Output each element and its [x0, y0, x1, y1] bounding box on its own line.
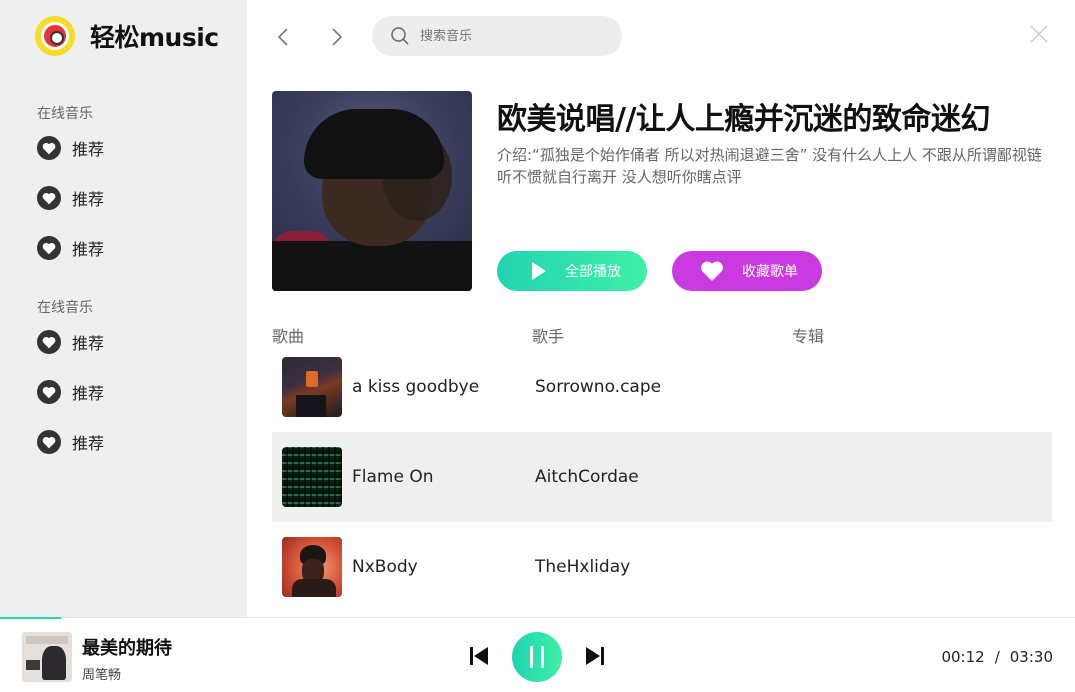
sidebar-item-recommend[interactable]: 推荐	[37, 185, 104, 211]
sidebar-section-title: 在线音乐	[37, 106, 93, 122]
song-row[interactable]: NxBody TheHxliday	[272, 522, 1052, 612]
app-name: 轻松music	[90, 23, 219, 52]
favorite-playlist-button[interactable]: 收藏歌单	[672, 251, 822, 291]
song-title: a kiss goodbye	[352, 377, 480, 397]
heart-icon	[37, 430, 61, 454]
playlist-title: 欧美说唱//让人上瘾并沉迷的致命迷幻	[497, 102, 990, 137]
now-playing-cover	[22, 632, 72, 682]
now-playing-title[interactable]: 最美的期待	[82, 634, 172, 660]
heart-icon	[37, 236, 61, 260]
song-artist[interactable]: TheHxliday	[535, 557, 630, 577]
heart-icon	[701, 261, 723, 281]
song-cover	[282, 357, 342, 417]
song-title: NxBody	[352, 557, 418, 577]
play-icon	[532, 262, 546, 280]
sidebar-item-label: 推荐	[72, 384, 105, 403]
pause-button[interactable]	[512, 632, 562, 682]
play-all-button[interactable]: 全部播放	[497, 251, 647, 291]
close-icon	[1030, 25, 1048, 43]
back-button[interactable]	[272, 26, 294, 48]
sidebar-item-recommend[interactable]: 推荐	[37, 429, 104, 455]
search-icon	[391, 27, 409, 45]
song-cover	[282, 537, 342, 597]
app-logo[interactable]: 轻松music	[35, 16, 219, 56]
chevron-left-icon	[277, 28, 288, 46]
previous-button[interactable]	[468, 645, 490, 672]
sidebar-item-label: 推荐	[72, 240, 105, 259]
play-all-label: 全部播放	[565, 264, 621, 280]
chevron-right-icon	[332, 28, 343, 46]
playback-time: 00:12 / 03:30	[941, 648, 1053, 666]
heart-icon	[37, 380, 61, 404]
sidebar-item-label: 推荐	[72, 434, 105, 453]
close-button[interactable]	[1028, 23, 1050, 45]
pause-icon	[530, 646, 533, 668]
sidebar-item-recommend[interactable]: 推荐	[37, 235, 104, 261]
time-separator: /	[994, 648, 1000, 666]
sidebar-item-recommend[interactable]: 推荐	[37, 379, 104, 405]
sidebar-section-title: 在线音乐	[37, 300, 93, 316]
playlist-cover	[272, 91, 472, 291]
song-cover	[282, 447, 342, 507]
current-time: 00:12	[941, 648, 985, 666]
search-bar[interactable]	[372, 16, 622, 56]
sidebar-item-label: 推荐	[72, 140, 105, 159]
heart-icon	[37, 330, 61, 354]
sidebar-item-recommend[interactable]: 推荐	[37, 329, 104, 355]
sidebar-item-label: 推荐	[72, 190, 105, 209]
song-title: Flame On	[352, 467, 434, 487]
now-playing-artist[interactable]: 周笔畅	[82, 664, 121, 683]
song-row[interactable]: Flame On AitchCordae	[272, 432, 1052, 522]
heart-icon	[37, 136, 61, 160]
progress-bar[interactable]	[0, 617, 62, 619]
song-row[interactable]: a kiss goodbye Sorrowno.cape	[272, 342, 1052, 432]
song-artist[interactable]: AitchCordae	[535, 467, 639, 487]
favorite-label: 收藏歌单	[742, 264, 798, 280]
player-bar: 最美的期待 周笔畅 00:12 / 03:30	[0, 617, 1075, 692]
playlist-description: 介绍:“孤独是个始作俑者 所以对热闹退避三舍” 没有什么人上人 不跟从所谓鄙视链…	[497, 146, 1042, 186]
duration: 03:30	[1009, 648, 1053, 666]
skip-next-icon	[586, 647, 604, 665]
heart-icon	[37, 186, 61, 210]
song-artist[interactable]: Sorrowno.cape	[535, 377, 661, 397]
sidebar-item-recommend[interactable]: 推荐	[37, 135, 104, 161]
search-input[interactable]	[420, 28, 600, 44]
skip-previous-icon	[470, 647, 488, 665]
sidebar-item-label: 推荐	[72, 334, 105, 353]
forward-button[interactable]	[326, 26, 348, 48]
sidebar: 轻松music 在线音乐 推荐 推荐 推荐 在线音乐 推荐 推荐 推荐	[0, 0, 247, 617]
next-button[interactable]	[584, 645, 606, 672]
logo-icon	[35, 16, 75, 56]
